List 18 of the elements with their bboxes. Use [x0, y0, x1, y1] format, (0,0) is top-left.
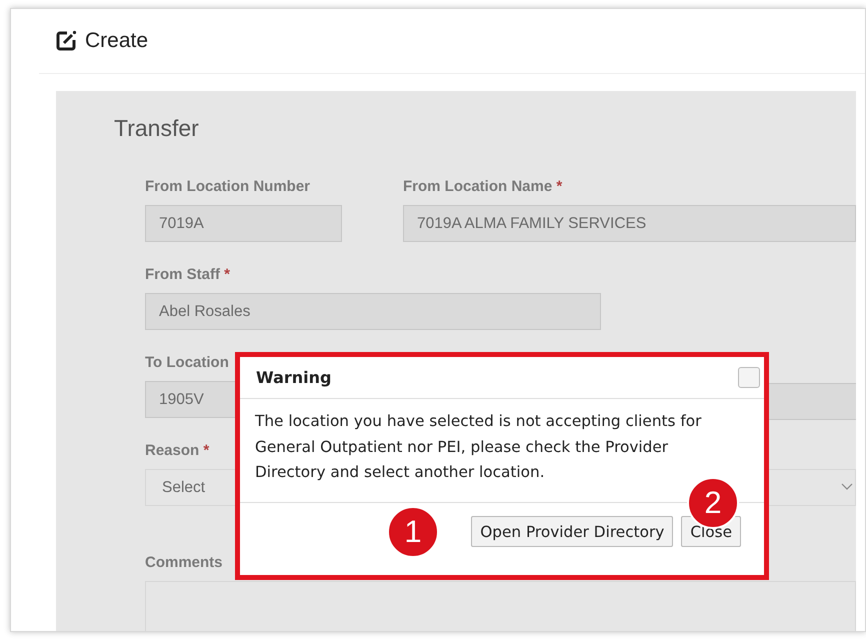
- field-label: From Staff *: [145, 266, 230, 284]
- input-field[interactable]: 7019A ALMA FAMILY SERVICES: [403, 205, 856, 242]
- dialog-title: Warning: [256, 368, 332, 387]
- comments-field[interactable]: [145, 581, 856, 631]
- field-label: From Location Name *: [403, 178, 562, 196]
- field-label: Comments: [145, 554, 223, 572]
- directory-button[interactable]: Open Provider Directory: [471, 516, 674, 547]
- close-button[interactable]: [738, 367, 760, 388]
- input-field[interactable]: 7019A: [145, 205, 342, 242]
- page-title: Create: [85, 29, 148, 53]
- field-label: Reason *: [145, 442, 210, 460]
- field-label: To Location: [145, 354, 229, 372]
- input-field[interactable]: [766, 383, 856, 420]
- chevron-icon: [841, 483, 853, 491]
- edit-icon: [55, 30, 77, 52]
- field-label: From Location Number: [145, 178, 310, 196]
- form-title: Transfer: [113, 114, 200, 142]
- input-field[interactable]: Abel Rosales: [145, 293, 601, 330]
